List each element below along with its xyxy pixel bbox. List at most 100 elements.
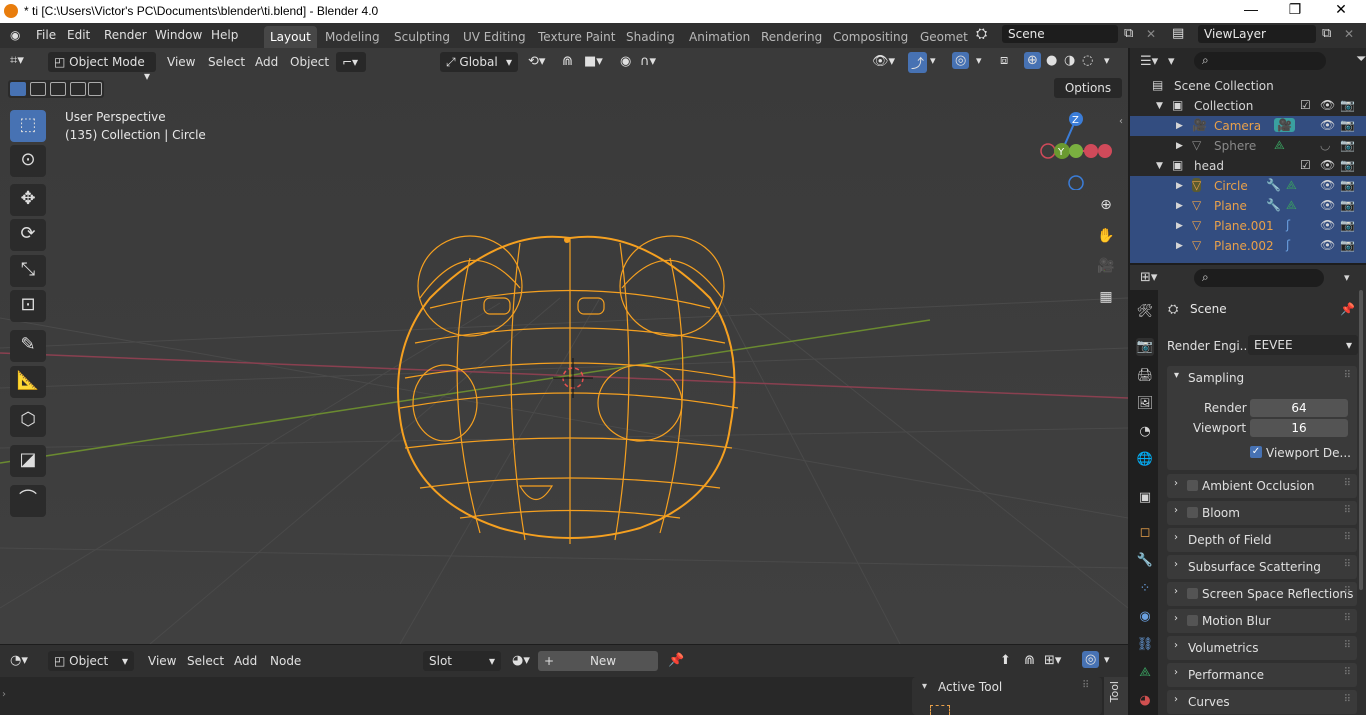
- snap-target-icon[interactable]: ■▾: [584, 54, 603, 69]
- eye-icon[interactable]: 👁: [1320, 178, 1335, 192]
- checkbox-icon[interactable]: ☑: [1300, 158, 1311, 172]
- editor-type-icon[interactable]: ⌗▾: [10, 53, 24, 68]
- select-box-tool-icon[interactable]: ⬚: [10, 110, 46, 142]
- render-camera-icon[interactable]: 📷: [1340, 158, 1355, 172]
- tool-tab[interactable]: Tool: [1104, 677, 1128, 715]
- tab-rendering[interactable]: Rendering: [755, 26, 828, 48]
- menu-add[interactable]: Add: [255, 55, 278, 69]
- outliner-row-circle[interactable]: ▶ ▽ Circle 🔧 ⟁ 👁 📷: [1130, 176, 1366, 196]
- select-extend-icon[interactable]: [30, 82, 46, 96]
- outliner-filter-icon[interactable]: ⏷: [1356, 52, 1366, 67]
- options-button[interactable]: Options: [1054, 78, 1122, 98]
- node-menu-add[interactable]: Add: [234, 654, 257, 668]
- pin-icon[interactable]: 📌: [1340, 302, 1355, 316]
- scale-tool-icon[interactable]: ⤡: [10, 255, 46, 287]
- panel-volumetrics[interactable]: › Volumetrics ⠿: [1167, 636, 1357, 660]
- slot-dropdown[interactable]: Slot ▾: [423, 651, 501, 671]
- eye-hidden-icon[interactable]: ◡: [1320, 138, 1330, 152]
- material-shading-icon[interactable]: ◑: [1064, 53, 1075, 68]
- tab-shading[interactable]: Shading: [620, 26, 681, 48]
- render-camera-icon[interactable]: 📷: [1340, 198, 1355, 212]
- node-snap-target-icon[interactable]: ⊞▾: [1044, 653, 1061, 668]
- menu-help[interactable]: Help: [211, 28, 238, 42]
- outliner-row-plane-002[interactable]: ▶ ▽ Plane.002 ʃ 👁 📷: [1130, 236, 1366, 256]
- wireframe-shading-icon[interactable]: ⊕: [1024, 52, 1041, 69]
- mesh-data-icon[interactable]: ⟁: [1286, 178, 1297, 193]
- render-camera-icon[interactable]: 📷: [1340, 118, 1355, 132]
- menu-render[interactable]: Render: [104, 28, 147, 42]
- mode-dropdown[interactable]: ◰ Object Mode ▾: [48, 52, 156, 83]
- node-menu-view[interactable]: View: [148, 654, 176, 668]
- expand-right-icon[interactable]: ▶: [1176, 241, 1183, 251]
- eye-icon[interactable]: 👁: [1320, 218, 1335, 232]
- grip-icon[interactable]: ⠿: [1344, 532, 1351, 543]
- physics-tab-icon[interactable]: ◉: [1136, 608, 1154, 626]
- overlay-toggle-icon[interactable]: ◎: [952, 52, 970, 69]
- grip-icon[interactable]: ⠿: [1344, 505, 1351, 516]
- add-cube-tool-icon[interactable]: ⬡: [10, 405, 46, 437]
- shear-tool-icon[interactable]: ⌒: [10, 485, 46, 517]
- outliner-row-scene-collection[interactable]: ▤ Scene Collection: [1130, 76, 1366, 96]
- maximize-button[interactable]: ❐: [1272, 1, 1318, 18]
- render-camera-icon[interactable]: 📷: [1340, 98, 1355, 112]
- properties-options-icon[interactable]: ▾: [1344, 271, 1350, 284]
- view-layer-icon[interactable]: ▤: [1172, 26, 1184, 41]
- node-mode-dropdown[interactable]: ◰ Object ▾: [48, 651, 134, 671]
- expand-right-icon[interactable]: ▶: [1176, 141, 1183, 151]
- curve-data-icon[interactable]: ʃ: [1286, 238, 1290, 252]
- material-browse-icon[interactable]: ◕▾: [512, 653, 530, 668]
- outliner-row-camera[interactable]: ▶ 🎥 Camera 🎥 👁 📷: [1130, 116, 1366, 136]
- solid-shading-icon[interactable]: ●: [1046, 53, 1057, 68]
- panel-ambient-occlusion[interactable]: › Ambient Occlusion ⠿: [1167, 474, 1357, 498]
- panel-curves[interactable]: › Curves ⠿: [1167, 690, 1357, 714]
- outliner-row-sphere[interactable]: ▶ ▽ Sphere ⟁ ◡ 📷: [1130, 136, 1366, 156]
- parent-node-icon[interactable]: ⬆: [1000, 653, 1011, 668]
- menu-edit[interactable]: Edit: [67, 28, 90, 42]
- gizmo-toggle-icon[interactable]: ⤴: [908, 52, 928, 73]
- expand-right-icon[interactable]: ▶: [1176, 221, 1183, 231]
- measure-tool-icon[interactable]: 📐: [10, 366, 46, 398]
- eye-icon[interactable]: 👁: [1320, 98, 1335, 112]
- ortho-grid-icon[interactable]: ▦: [1093, 284, 1119, 310]
- menu-file[interactable]: File: [36, 28, 56, 42]
- proportional-edit-icon[interactable]: ◉: [620, 54, 631, 69]
- sidebar-toggle-icon[interactable]: ‹: [1119, 116, 1123, 127]
- panel-bloom[interactable]: › Bloom ⠿: [1167, 501, 1357, 525]
- orientation-dropdown[interactable]: ⤢ Global ▾: [440, 52, 518, 72]
- new-scene-icon[interactable]: ⧉: [1124, 26, 1133, 41]
- node-overlay-icon[interactable]: ◎: [1082, 651, 1100, 668]
- tool-tab-icon[interactable]: 🛠: [1136, 303, 1154, 321]
- panel-screen-space-reflections[interactable]: › Screen Space Reflections ⠿: [1167, 582, 1357, 606]
- node-toolbar-toggle-icon[interactable]: ›: [2, 689, 6, 700]
- outliner-row-head[interactable]: ▼ ▣ head ☑ 👁 📷: [1130, 156, 1366, 176]
- render-samples-field[interactable]: 64: [1250, 399, 1348, 417]
- view-layer-tab-icon[interactable]: 🖼: [1136, 395, 1154, 413]
- scene-tab-icon[interactable]: ◔: [1136, 423, 1154, 441]
- expand-down-icon[interactable]: ▼: [1156, 161, 1163, 171]
- outliner-row-collection[interactable]: ▼ ▣ Collection ☑ 👁 📷: [1130, 96, 1366, 116]
- enable-checkbox[interactable]: [1187, 588, 1198, 599]
- annotate-tool-icon[interactable]: ✎: [10, 330, 46, 362]
- enable-checkbox[interactable]: [1187, 507, 1198, 518]
- node-editor-type-icon[interactable]: ◔▾: [10, 653, 28, 668]
- collection-tab-icon[interactable]: ▣: [1136, 489, 1154, 507]
- curve-data-icon[interactable]: ʃ: [1286, 218, 1290, 232]
- transform-gizmo-dropdown[interactable]: ⌐▾: [336, 52, 366, 72]
- outliner-row-plane[interactable]: ▶ ▽ Plane 🔧 ⟁ 👁 📷: [1130, 196, 1366, 216]
- grip-icon[interactable]: ⠿: [1344, 586, 1351, 597]
- render-camera-icon[interactable]: 📷: [1340, 218, 1355, 232]
- gizmo-dropdown-icon[interactable]: ▾: [930, 54, 936, 67]
- move-tool-icon[interactable]: ✥: [10, 184, 46, 216]
- select-new-icon[interactable]: [10, 82, 26, 96]
- grip-icon[interactable]: ⠿: [1344, 559, 1351, 570]
- pin-icon[interactable]: 📌: [668, 653, 684, 668]
- new-view-layer-icon[interactable]: ⧉: [1322, 26, 1331, 41]
- grip-icon[interactable]: ⠿: [1344, 478, 1351, 489]
- cage-tool-icon[interactable]: ◪: [10, 445, 46, 477]
- camera-data-icon[interactable]: 🎥: [1274, 118, 1295, 132]
- panel-subsurface-scattering[interactable]: › Subsurface Scattering ⠿: [1167, 555, 1357, 579]
- viewport-denoise-checkbox[interactable]: ✓: [1250, 446, 1262, 458]
- grip-icon[interactable]: ⠿: [1344, 613, 1351, 624]
- material-tab-icon[interactable]: ◕: [1136, 692, 1154, 710]
- eye-icon[interactable]: 👁: [1320, 158, 1335, 172]
